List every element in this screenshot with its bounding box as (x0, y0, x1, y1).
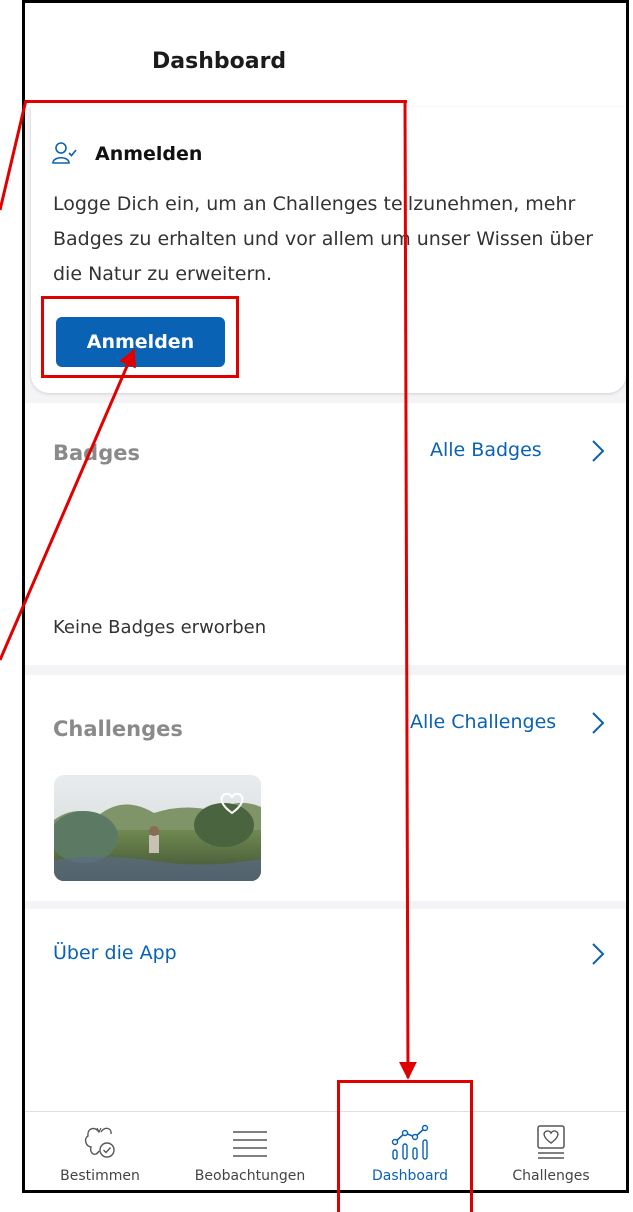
about-card: Über die App (25, 909, 626, 1119)
login-description: Logge Dich ein, um an Challenges teilzun… (53, 193, 594, 285)
challenges-heading: Challenges (53, 717, 183, 741)
challenges-card: Challenges Alle Challenges (25, 675, 626, 901)
chevron-right-icon[interactable] (591, 711, 605, 735)
heart-card-icon (537, 1125, 565, 1159)
chevron-right-icon[interactable] (591, 942, 605, 966)
nav-item-bestimmen[interactable]: Bestimmen (25, 1112, 175, 1190)
about-app-link[interactable]: Über die App (53, 942, 177, 964)
user-check-icon (52, 142, 77, 164)
badges-heading: Badges (53, 441, 140, 465)
nav-label: Beobachtungen (194, 1168, 306, 1184)
login-header: Anmelden (51, 141, 202, 167)
login-card: Anmelden Logge Dich ein, um an Challenge… (31, 107, 626, 393)
chevron-right-icon[interactable] (591, 439, 605, 463)
nav-item-beobachtungen[interactable]: Beobachtungen (175, 1112, 325, 1190)
all-challenges-link[interactable]: Alle Challenges (410, 711, 556, 733)
bottom-navigation: Bestimmen Beobachtungen Dashboard Challe… (25, 1111, 626, 1190)
challenge-thumbnail[interactable] (54, 775, 261, 881)
page-title: Dashboard (152, 49, 287, 74)
phone-frame: Dashboard Anmelden Logge Dich ein, um an… (22, 0, 629, 1193)
nav-label: Bestimmen (60, 1168, 140, 1184)
badges-empty-text: Keine Badges erworben (53, 617, 267, 638)
login-button[interactable]: Anmelden (56, 317, 225, 367)
top-bar: Dashboard (25, 3, 626, 107)
all-badges-link[interactable]: Alle Badges (430, 439, 542, 461)
list-icon (233, 1131, 267, 1157)
chart-icon (391, 1124, 429, 1160)
login-heading: Anmelden (95, 143, 203, 165)
butterfly-check-icon (84, 1127, 115, 1158)
heart-icon[interactable] (219, 791, 245, 815)
nav-label: Dashboard (372, 1168, 448, 1184)
app-screen: Dashboard Anmelden Logge Dich ein, um an… (25, 3, 626, 1190)
nav-item-dashboard[interactable]: Dashboard (335, 1112, 485, 1190)
nav-label: Challenges (512, 1168, 590, 1184)
badges-card: Badges Alle Badges Keine Badges erworben (25, 403, 626, 665)
nav-item-challenges[interactable]: Challenges (476, 1112, 626, 1190)
